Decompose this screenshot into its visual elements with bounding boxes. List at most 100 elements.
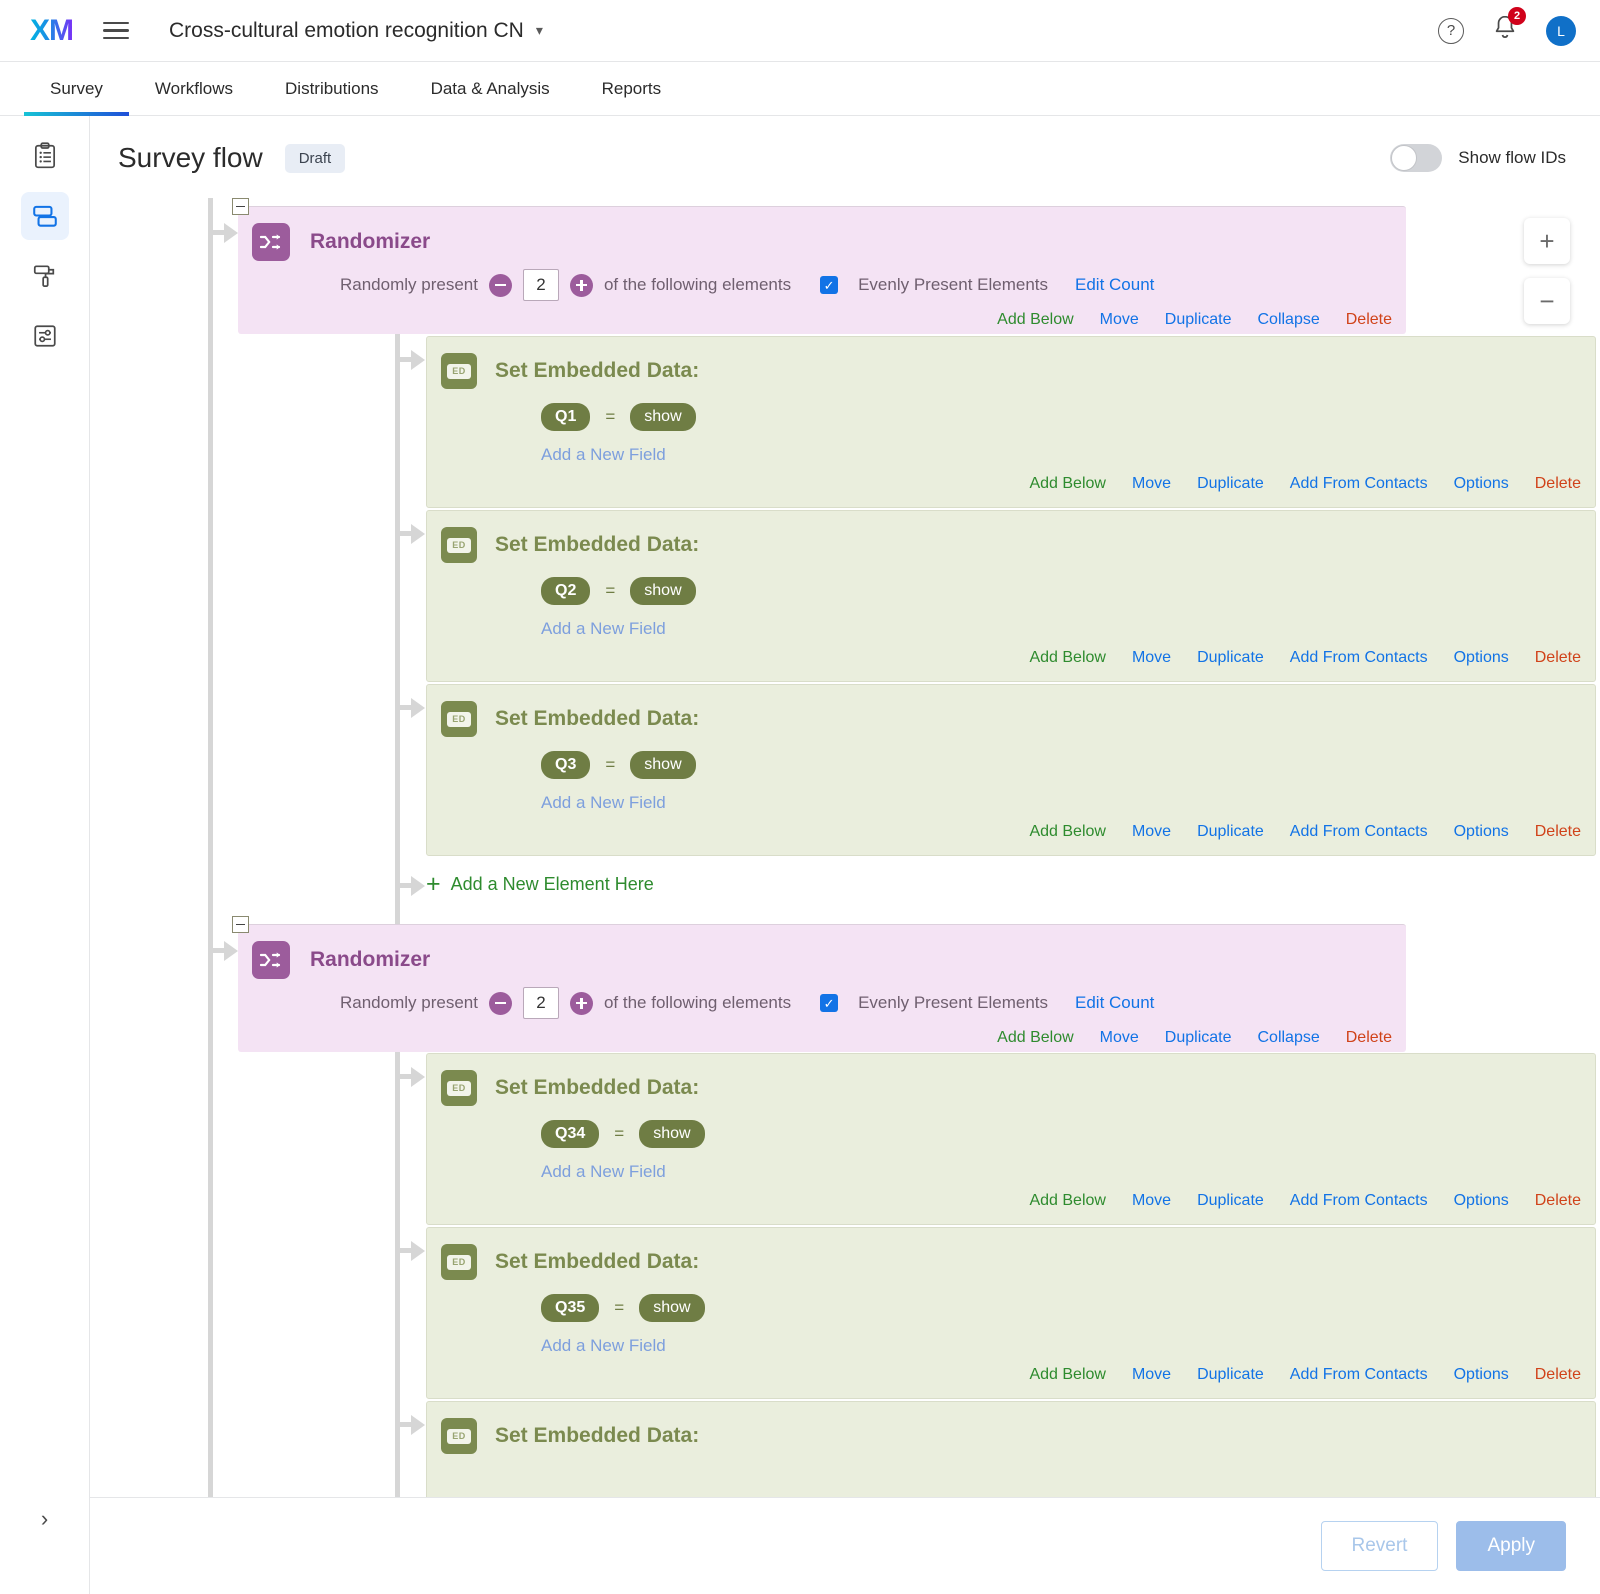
add-from-contacts-link[interactable]: Add From Contacts [1290,475,1428,493]
delete-link[interactable]: Delete [1535,1366,1581,1384]
delete-link[interactable]: Delete [1535,475,1581,493]
field-value-pill[interactable]: show [630,403,696,431]
decrement-count-button[interactable] [488,991,512,1015]
add-new-field-link[interactable]: Add a New Field [427,779,1595,813]
delete-link[interactable]: Delete [1535,823,1581,841]
add-below-link[interactable]: Add Below [1029,1366,1106,1384]
duplicate-link[interactable]: Duplicate [1165,1029,1232,1047]
move-link[interactable]: Move [1132,1366,1171,1384]
move-link[interactable]: Move [1132,1192,1171,1210]
options-link[interactable]: Options [1454,475,1509,493]
collapse-marker-randomizer-2[interactable] [232,916,249,933]
sidebar-item-survey-builder[interactable] [21,132,69,180]
tab-data-analysis[interactable]: Data & Analysis [405,62,576,115]
tab-workflows[interactable]: Workflows [129,62,259,115]
sliders-icon [33,325,56,347]
avatar[interactable]: L [1546,15,1576,46]
delete-link[interactable]: Delete [1535,649,1581,667]
zoom-out-button[interactable]: − [1524,278,1570,324]
randomizer-block-2[interactable]: Randomizer Randomly present 2 of the fol… [238,924,1406,1052]
add-from-contacts-link[interactable]: Add From Contacts [1290,823,1428,841]
project-title-dropdown[interactable]: Cross-cultural emotion recognition CN ▾ [169,19,543,43]
field-name-pill[interactable]: Q1 [541,403,591,431]
add-new-element-link[interactable]: + Add a New Element Here [426,872,654,897]
expand-sidebar-chevron-icon[interactable]: › [41,1506,48,1532]
sidebar-item-look-and-feel[interactable] [21,252,69,300]
duplicate-link[interactable]: Duplicate [1197,823,1264,841]
add-below-link[interactable]: Add Below [1029,475,1106,493]
collapse-marker-randomizer-1[interactable] [232,198,249,215]
field-name-pill[interactable]: Q35 [541,1294,600,1322]
move-link[interactable]: Move [1100,311,1139,329]
increment-count-button[interactable] [569,273,593,297]
tab-reports[interactable]: Reports [576,62,688,115]
add-new-field-link[interactable]: Add a New Field [427,431,1595,465]
field-value-pill[interactable]: show [639,1120,705,1148]
embedded-data-block-5[interactable]: ED Set Embedded Data: Q35 = show Add a N… [426,1227,1596,1399]
options-link[interactable]: Options [1454,823,1509,841]
add-new-field-link[interactable]: Add a New Field [427,1148,1595,1182]
move-link[interactable]: Move [1132,823,1171,841]
duplicate-link[interactable]: Duplicate [1165,311,1232,329]
edit-count-link[interactable]: Edit Count [1075,275,1154,295]
add-below-link[interactable]: Add Below [1029,1192,1106,1210]
apply-button[interactable]: Apply [1456,1521,1566,1571]
randomizer-count-input-1[interactable]: 2 [522,269,559,301]
decrement-count-button[interactable] [488,273,512,297]
duplicate-link[interactable]: Duplicate [1197,475,1264,493]
add-from-contacts-link[interactable]: Add From Contacts [1290,1192,1428,1210]
field-value-pill[interactable]: show [639,1294,705,1322]
notifications-button[interactable]: 2 [1492,7,1526,47]
embedded-data-block-6[interactable]: ED Set Embedded Data: [426,1401,1596,1497]
add-from-contacts-link[interactable]: Add From Contacts [1290,649,1428,667]
options-link[interactable]: Options [1454,1192,1509,1210]
add-from-contacts-link[interactable]: Add From Contacts [1290,1366,1428,1384]
add-below-link[interactable]: Add Below [1029,823,1106,841]
embedded-data-block-3[interactable]: ED Set Embedded Data: Q3 = show Add a Ne… [426,684,1596,856]
collapse-link[interactable]: Collapse [1257,311,1319,329]
duplicate-link[interactable]: Duplicate [1197,649,1264,667]
xm-logo: XM [30,13,74,47]
embedded-data-block-1[interactable]: ED Set Embedded Data: Q1 = show Add a Ne… [426,336,1596,508]
hamburger-icon[interactable] [103,17,129,45]
move-link[interactable]: Move [1100,1029,1139,1047]
embedded-data-block-4[interactable]: ED Set Embedded Data: Q34 = show Add a N… [426,1053,1596,1225]
randomizer-block-1[interactable]: Randomizer Randomly present 2 of the fol… [238,206,1406,334]
add-below-link[interactable]: Add Below [997,1029,1074,1047]
flow-canvas[interactable]: + − Randomizer Randomly present 2 of the… [90,198,1600,1498]
field-name-pill[interactable]: Q2 [541,577,591,605]
embedded-data-block-2[interactable]: ED Set Embedded Data: Q2 = show Add a Ne… [426,510,1596,682]
add-below-link[interactable]: Add Below [1029,649,1106,667]
add-below-link[interactable]: Add Below [997,311,1074,329]
collapse-link[interactable]: Collapse [1257,1029,1319,1047]
randomizer-count-input-2[interactable]: 2 [522,987,559,1019]
add-new-field-link[interactable]: Add a New Field [427,1322,1595,1356]
field-name-pill[interactable]: Q34 [541,1120,600,1148]
field-value-pill[interactable]: show [630,751,696,779]
sidebar-item-survey-options[interactable] [21,312,69,360]
delete-link[interactable]: Delete [1535,1192,1581,1210]
help-icon[interactable]: ? [1438,17,1464,44]
options-link[interactable]: Options [1454,1366,1509,1384]
duplicate-link[interactable]: Duplicate [1197,1192,1264,1210]
field-value-pill[interactable]: show [630,577,696,605]
field-name-pill[interactable]: Q3 [541,751,591,779]
move-link[interactable]: Move [1132,649,1171,667]
embedded-data-header: ED Set Embedded Data: [427,337,1595,389]
move-link[interactable]: Move [1132,475,1171,493]
increment-count-button[interactable] [569,991,593,1015]
delete-link[interactable]: Delete [1346,311,1392,329]
delete-link[interactable]: Delete [1346,1029,1392,1047]
evenly-present-checkbox-1[interactable]: ✓ [820,276,839,294]
options-link[interactable]: Options [1454,649,1509,667]
duplicate-link[interactable]: Duplicate [1197,1366,1264,1384]
add-new-field-link[interactable]: Add a New Field [427,605,1595,639]
evenly-present-checkbox-2[interactable]: ✓ [820,994,839,1012]
show-flow-ids-toggle[interactable] [1390,144,1443,172]
tab-survey[interactable]: Survey [24,62,129,116]
tab-distributions[interactable]: Distributions [259,62,405,115]
sidebar-item-survey-flow[interactable] [20,192,69,240]
revert-button[interactable]: Revert [1320,1521,1439,1571]
edit-count-link[interactable]: Edit Count [1075,993,1154,1013]
zoom-in-button[interactable]: + [1524,218,1570,264]
